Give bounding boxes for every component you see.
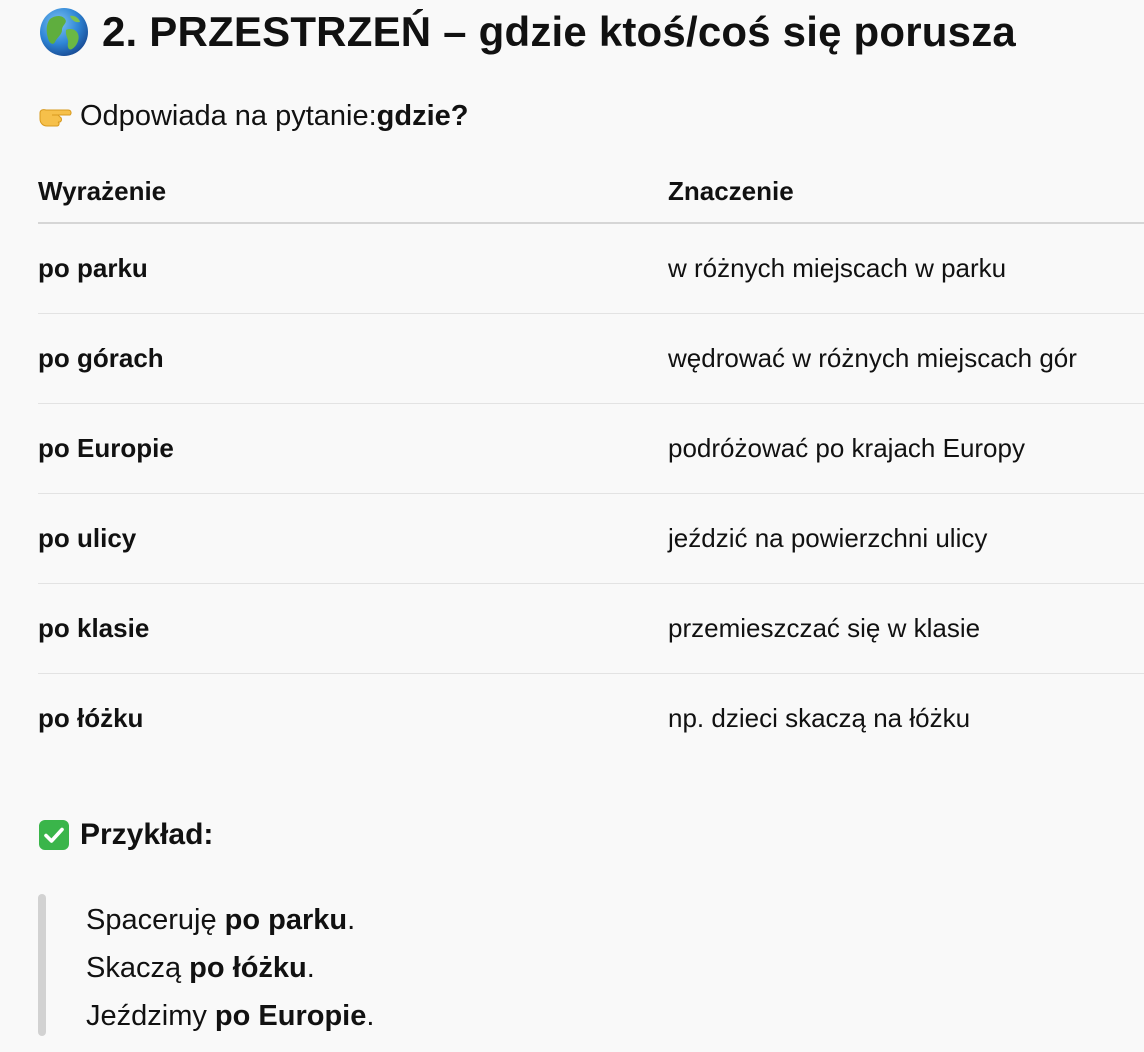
- expressions-table: Wyrażenie Znaczenie po parku w różnych m…: [38, 160, 1144, 763]
- sentence-text: Jeździmy: [86, 1000, 215, 1032]
- table-row: po klasie przemieszczać się w klasie: [38, 584, 1144, 674]
- sentence-end: .: [306, 952, 315, 984]
- meaning-cell: podróżować po krajach Europy: [668, 433, 1025, 463]
- sentence-phrase: po parku: [224, 904, 348, 936]
- globe-icon: [40, 8, 88, 56]
- table-row: po ulicy jeździć na powierzchni ulicy: [38, 494, 1144, 584]
- example-sentence: Skaczą po łóżku.: [86, 944, 374, 992]
- intro-question: gdzie?: [376, 99, 469, 132]
- header-expression: Wyrażenie: [38, 175, 167, 206]
- expression-cell: po ulicy: [38, 523, 137, 553]
- example-blockquote: Spaceruję po parku. Skaczą po łóżku. Jeź…: [38, 894, 738, 1036]
- example-sentence: Jeździmy po Europie.: [86, 992, 374, 1040]
- meaning-cell: przemieszczać się w klasie: [668, 613, 981, 643]
- expression-cell: po parku: [38, 253, 148, 283]
- table-row: po parku w różnych miejscach w parku: [38, 224, 1144, 314]
- table-row: po łóżku np. dzieci skaczą na łóżku: [38, 674, 1144, 763]
- expression-cell: po górach: [38, 343, 164, 373]
- intro-text: Odpowiada na pytanie:: [80, 99, 377, 132]
- example-label-text: Przykład:: [80, 818, 214, 851]
- blockquote-bar: [38, 894, 46, 1036]
- check-mark-icon: [39, 820, 69, 850]
- sentence-text: Skaczą: [86, 952, 190, 984]
- section-heading: 2. PRZESTRZEŃ – gdzie ktoś/coś się porus…: [38, 6, 1016, 58]
- header-meaning: Znaczenie: [668, 175, 794, 206]
- sentence-phrase: po Europie: [214, 1000, 367, 1032]
- table-row: po Europie podróżować po krajach Europy: [38, 404, 1144, 494]
- meaning-cell: np. dzieci skaczą na łóżku: [668, 703, 971, 733]
- pointing-hand-icon: [39, 109, 72, 127]
- expression-cell: po Europie: [38, 433, 174, 463]
- sentence-end: .: [347, 904, 356, 936]
- meaning-cell: w różnych miejscach w parku: [668, 253, 1007, 283]
- table-row: po górach wędrować w różnych miejscach g…: [38, 314, 1144, 404]
- expression-cell: po klasie: [38, 613, 150, 643]
- example-sentence: Spaceruję po parku.: [86, 896, 374, 944]
- heading-title: 2. PRZESTRZEŃ – gdzie ktoś/coś się porus…: [102, 8, 1016, 55]
- table-header: Wyrażenie Znaczenie: [38, 160, 1144, 224]
- expression-cell: po łóżku: [38, 703, 144, 733]
- intro-line: Odpowiada na pytanie: gdzie?: [38, 96, 469, 136]
- example-sentences: Spaceruję po parku. Skaczą po łóżku. Jeź…: [86, 896, 374, 1040]
- meaning-cell: jeździć na powierzchni ulicy: [668, 523, 988, 553]
- meaning-cell: wędrować w różnych miejscach gór: [668, 343, 1077, 373]
- sentence-phrase: po łóżku: [189, 952, 307, 984]
- sentence-text: Spaceruję: [86, 904, 225, 936]
- example-heading: Przykład:: [38, 814, 213, 856]
- sentence-end: .: [366, 1000, 375, 1032]
